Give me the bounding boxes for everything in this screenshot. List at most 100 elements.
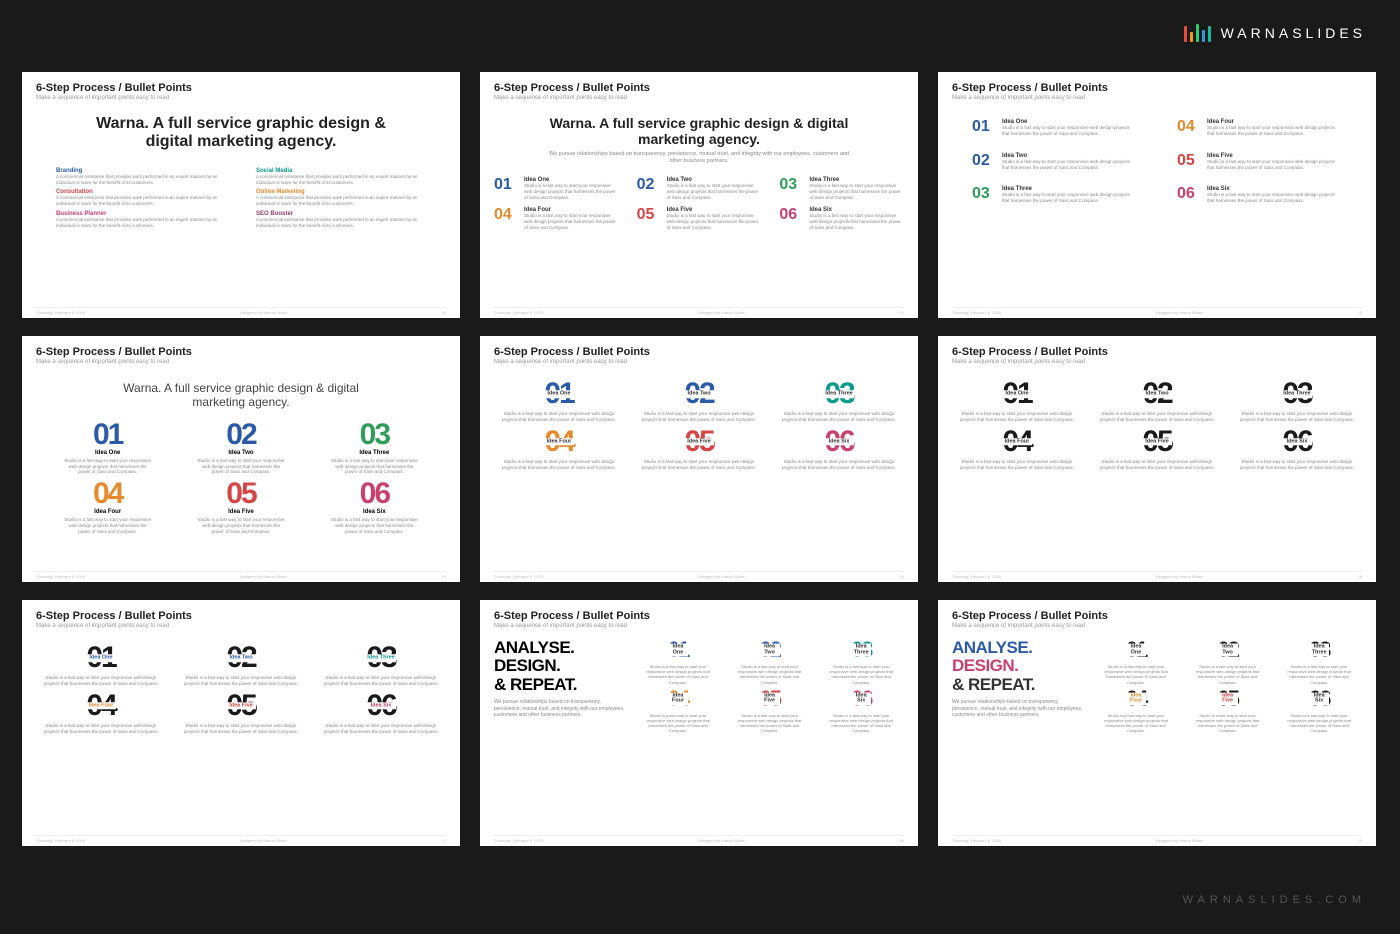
analyse-layout: ANALYSE. DESIGN. & REPEAT. We pursue rel… bbox=[952, 639, 1362, 734]
idea-item: 03Idea ThreeStudio is a fast way to star… bbox=[972, 186, 1137, 204]
slide-subtitle: Make a sequence of important points easy… bbox=[36, 95, 446, 101]
idea-tile: 04Idea FourStudio is a fast way to start… bbox=[952, 427, 1082, 471]
idea-tile: 03Idea ThreeStudio is a fast way to star… bbox=[774, 379, 904, 423]
slide-title: 6-Step Process / Bullet Points bbox=[36, 610, 446, 622]
idea-tile: 02Idea TwoStudio is a fast way to start … bbox=[176, 643, 306, 687]
idea-tile: 01Idea OneStudio is a fast way to start … bbox=[952, 379, 1082, 423]
slide-footer: Thursday, February 6, 2020Designed by Wa… bbox=[494, 835, 904, 843]
idea-tile: 03Idea ThreeStudio is a fast way to star… bbox=[1276, 639, 1362, 685]
slide-footer: Thursday, February 6, 2020Designed by Wa… bbox=[494, 307, 904, 315]
slide-2: 6-Step Process / Bullet Points Make a se… bbox=[480, 72, 918, 318]
idea-tile: 01Idea OneStudio is a fast way to start … bbox=[36, 643, 166, 687]
idea-tile: 06Idea SixStudio is a fast way to start … bbox=[316, 691, 446, 735]
slide-1: 6-Step Process / Bullet Points Make a se… bbox=[22, 72, 460, 318]
slide-title: 6-Step Process / Bullet Points bbox=[36, 346, 446, 358]
idea-tile: 02Idea TwoStudio is a fast way to start … bbox=[727, 639, 813, 685]
idea-item: 02Idea TwoStudio is a fast way to start … bbox=[637, 177, 762, 201]
slide-footer: Thursday, February 6, 2020Designed by Wa… bbox=[952, 571, 1362, 579]
idea-tile: 01Idea OneStudio is a fast way to start … bbox=[494, 379, 624, 423]
idea-tile: 06Idea SixStudio is a fast way to start … bbox=[1232, 427, 1362, 471]
idea-tile: 04Idea FourStudio is a fast way to start… bbox=[635, 688, 721, 734]
idea-tile: 04Idea FourStudio is a fast way to start… bbox=[56, 479, 159, 535]
slide-title: 6-Step Process / Bullet Points bbox=[952, 610, 1362, 622]
slide-4: 6-Step Process / Bullet Points Make a se… bbox=[22, 336, 460, 582]
idea-tile: 01Idea OneStudio is a fast way to start … bbox=[56, 420, 159, 476]
idea-tile: 05Idea FiveStudio is a fast way to start… bbox=[634, 427, 764, 471]
brand-text: WARNASLIDES bbox=[1221, 25, 1366, 41]
idea-tile: 03Idea ThreeStudio is a fast way to star… bbox=[1232, 379, 1362, 423]
slide-title: 6-Step Process / Bullet Points bbox=[494, 346, 904, 358]
slide-title: 6-Step Process / Bullet Points bbox=[952, 346, 1362, 358]
idea-tile: 06Idea SixStudio is a fast way to start … bbox=[818, 688, 904, 734]
idea-item: 03Idea ThreeStudio is a fast way to star… bbox=[779, 177, 904, 201]
idea-item: 05Idea FiveStudio is a fast way to start… bbox=[637, 207, 762, 231]
idea-tile: 05Idea FiveStudio is a fast way to start… bbox=[727, 688, 813, 734]
slide-subtitle: Make a sequence of important points easy… bbox=[494, 623, 904, 629]
idea-item: 04Idea FourStudio is a fast way to start… bbox=[494, 207, 619, 231]
hero-heading: Warna. A full service graphic design & d… bbox=[36, 115, 446, 152]
idea-list: 01Idea OneStudio is a fast way to start … bbox=[494, 177, 904, 230]
slide-title: 6-Step Process / Bullet Points bbox=[494, 82, 904, 94]
idea-item: 04Idea FourStudio is a fast way to start… bbox=[1177, 119, 1342, 137]
hero-sub: We pursue relationships based on transpa… bbox=[494, 151, 904, 165]
slide-8: 6-Step Process / Bullet Points Make a se… bbox=[480, 600, 918, 846]
idea-tiles: 01Idea OneStudio is a fast way to start … bbox=[36, 643, 446, 734]
idea-item: 05Idea FiveStudio is a fast way to start… bbox=[1177, 153, 1342, 171]
idea-tiles: 01Idea OneStudio is a fast way to start … bbox=[635, 639, 904, 734]
idea-item: 01Idea OneStudio is a fast way to start … bbox=[972, 119, 1137, 137]
idea-tile: 02Idea TwoStudio is a fast way to start … bbox=[634, 379, 764, 423]
slide-subtitle: Make a sequence of important points easy… bbox=[494, 95, 904, 101]
idea-tile: 06Idea SixStudio is a fast way to start … bbox=[323, 479, 426, 535]
idea-tile: 03Idea ThreeStudio is a fast way to star… bbox=[323, 420, 426, 476]
idea-tiles: 01Idea OneStudio is a fast way to start … bbox=[36, 420, 446, 535]
idea-item: 02Idea TwoStudio is a fast way to start … bbox=[972, 153, 1137, 171]
idea-tile: 06Idea SixStudio is a fast way to start … bbox=[1276, 688, 1362, 734]
adr-heading: ANALYSE. DESIGN. & REPEAT. We pursue rel… bbox=[494, 639, 625, 734]
idea-tile: 05Idea FiveStudio is a fast way to start… bbox=[1185, 688, 1271, 734]
logo-bars-icon bbox=[1184, 24, 1211, 42]
idea-tile: 02Idea TwoStudio is a fast way to start … bbox=[189, 420, 292, 476]
slide-7: 6-Step Process / Bullet Points Make a se… bbox=[22, 600, 460, 846]
idea-list: 01Idea OneStudio is a fast way to start … bbox=[952, 119, 1362, 204]
idea-item: 06Idea SixStudio is a fast way to start … bbox=[1177, 186, 1342, 204]
idea-tiles: 01Idea OneStudio is a fast way to start … bbox=[494, 379, 904, 470]
hero-heading: Warna. A full service graphic design & d… bbox=[36, 381, 446, 410]
slide-subtitle: Make a sequence of important points easy… bbox=[36, 623, 446, 629]
slide-6: 6-Step Process / Bullet Points Make a se… bbox=[938, 336, 1376, 582]
service-item: Online MarketingA commercial enterprise … bbox=[256, 189, 426, 207]
services-list: BrandingA commercial enterprise that pro… bbox=[36, 168, 446, 229]
slide-footer: Thursday, February 6, 2020Designed by Wa… bbox=[494, 571, 904, 579]
service-item: Social MediaA commercial enterprise that… bbox=[256, 168, 426, 186]
slide-footer: Thursday, February 6, 2020Designed by Wa… bbox=[36, 307, 446, 315]
slide-3: 6-Step Process / Bullet Points Make a se… bbox=[938, 72, 1376, 318]
idea-tile: 02Idea TwoStudio is a fast way to start … bbox=[1092, 379, 1222, 423]
adr-heading: ANALYSE. DESIGN. & REPEAT. We pursue rel… bbox=[952, 639, 1083, 734]
service-item: ConsultationA commercial enterprise that… bbox=[56, 189, 226, 207]
idea-tile: 04Idea FourStudio is a fast way to start… bbox=[1093, 688, 1179, 734]
slide-grid: 6-Step Process / Bullet Points Make a se… bbox=[22, 72, 1378, 846]
idea-tile: 03Idea ThreeStudio is a fast way to star… bbox=[316, 643, 446, 687]
idea-tile: 04Idea FourStudio is a fast way to start… bbox=[36, 691, 166, 735]
idea-tile: 02Idea TwoStudio is a fast way to start … bbox=[1185, 639, 1271, 685]
idea-tiles: 01Idea OneStudio is a fast way to start … bbox=[1093, 639, 1362, 734]
idea-tiles: 01Idea OneStudio is a fast way to start … bbox=[952, 379, 1362, 470]
slide-subtitle: Make a sequence of important points easy… bbox=[36, 359, 446, 365]
service-item: BrandingA commercial enterprise that pro… bbox=[56, 168, 226, 186]
service-item: SEO BoosterA commercial enterprise that … bbox=[256, 211, 426, 229]
slide-title: 6-Step Process / Bullet Points bbox=[494, 610, 904, 622]
watermark: WARNASLIDES.COM bbox=[1183, 894, 1366, 906]
slide-subtitle: Make a sequence of important points easy… bbox=[952, 95, 1362, 101]
idea-tile: 04Idea FourStudio is a fast way to start… bbox=[494, 427, 624, 471]
slide-subtitle: Make a sequence of important points easy… bbox=[952, 623, 1362, 629]
slide-footer: Thursday, February 6, 2020Designed by Wa… bbox=[952, 307, 1362, 315]
idea-tile: 01Idea OneStudio is a fast way to start … bbox=[1093, 639, 1179, 685]
slide-subtitle: Make a sequence of important points easy… bbox=[494, 359, 904, 365]
slide-footer: Thursday, February 6, 2020Designed by Wa… bbox=[952, 835, 1362, 843]
slide-subtitle: Make a sequence of important points easy… bbox=[952, 359, 1362, 365]
idea-tile: 05Idea FiveStudio is a fast way to start… bbox=[1092, 427, 1222, 471]
slide-footer: Thursday, February 6, 2020Designed by Wa… bbox=[36, 835, 446, 843]
hero-heading: Warna. A full service graphic design & d… bbox=[494, 115, 904, 147]
idea-item: 06Idea SixStudio is a fast way to start … bbox=[779, 207, 904, 231]
idea-item: 01Idea OneStudio is a fast way to start … bbox=[494, 177, 619, 201]
slide-title: 6-Step Process / Bullet Points bbox=[36, 82, 446, 94]
